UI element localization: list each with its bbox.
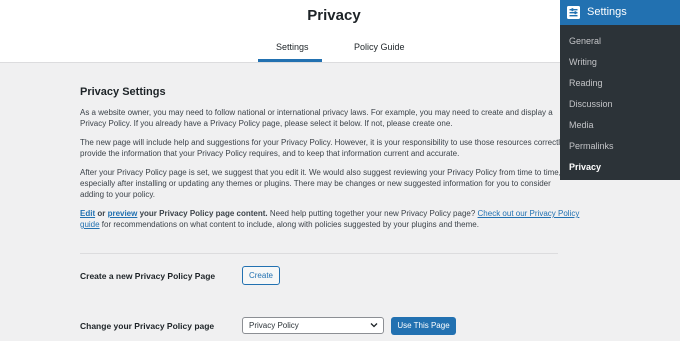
- settings-submenu: Settings General Writing Reading Discuss…: [560, 0, 680, 180]
- sidebar-item-writing[interactable]: Writing: [569, 57, 597, 67]
- suggestion-line-2: especially after installing or updating …: [80, 179, 551, 188]
- active-tab-indicator: [258, 59, 322, 62]
- change-page-label: Change your Privacy Policy page: [80, 321, 215, 331]
- help-paragraph: The new page will include help and sugge…: [80, 137, 575, 159]
- edit-link[interactable]: Edit: [80, 209, 95, 218]
- section-title: Privacy Settings: [80, 86, 166, 98]
- settings-menu-label: Settings: [587, 6, 627, 18]
- guide-tail-text: for recommendations on what content to i…: [99, 220, 479, 229]
- sidebar-item-discussion[interactable]: Discussion: [569, 99, 613, 109]
- privacy-page-select[interactable]: Privacy Policy: [242, 317, 384, 334]
- sidebar-item-permalinks[interactable]: Permalinks: [569, 141, 614, 151]
- help-line-1: The new page will include help and sugge…: [80, 138, 575, 147]
- privacy-settings-section: Privacy Settings As a website owner, you…: [80, 86, 579, 238]
- tab-settings[interactable]: Settings: [276, 42, 309, 52]
- suggestion-line-1: After your Privacy Policy page is set, w…: [80, 168, 561, 177]
- sidebar-item-reading[interactable]: Reading: [569, 78, 603, 88]
- tab-policy-guide[interactable]: Policy Guide: [354, 42, 405, 52]
- intro-paragraph: As a website owner, you may need to foll…: [80, 107, 558, 129]
- suggestion-paragraph: After your Privacy Policy page is set, w…: [80, 167, 561, 200]
- intro-line-2: Privacy Policy. If you already have a Pr…: [80, 119, 453, 128]
- intro-line-1: As a website owner, you may need to foll…: [80, 108, 553, 117]
- create-button[interactable]: Create: [242, 266, 280, 285]
- chevron-down-icon: [370, 323, 378, 328]
- edit-paragraph: Edit or preview your Privacy Policy page…: [80, 208, 579, 230]
- divider: [80, 253, 558, 254]
- need-help-text: Need help putting together your new Priv…: [267, 209, 478, 218]
- settings-menu-header[interactable]: Settings: [560, 0, 680, 25]
- preview-link[interactable]: preview: [108, 209, 138, 218]
- create-page-label: Create a new Privacy Policy Page: [80, 271, 216, 281]
- use-this-page-button[interactable]: Use This Page: [391, 317, 456, 335]
- privacy-guide-link-cont[interactable]: guide: [80, 220, 100, 229]
- sidebar-item-privacy[interactable]: Privacy: [569, 162, 601, 172]
- settings-icon: [567, 6, 580, 19]
- privacy-guide-link[interactable]: Check out our Privacy Policy: [478, 209, 580, 218]
- help-line-2: provide the information that your Privac…: [80, 149, 460, 158]
- suggestion-line-3: adding to your policy.: [80, 190, 156, 199]
- or-text: or: [95, 209, 108, 218]
- sidebar-item-general[interactable]: General: [569, 36, 601, 46]
- sidebar-item-media[interactable]: Media: [569, 120, 594, 130]
- select-value: Privacy Policy: [249, 321, 299, 330]
- content-text: your Privacy Policy page content.: [137, 209, 268, 218]
